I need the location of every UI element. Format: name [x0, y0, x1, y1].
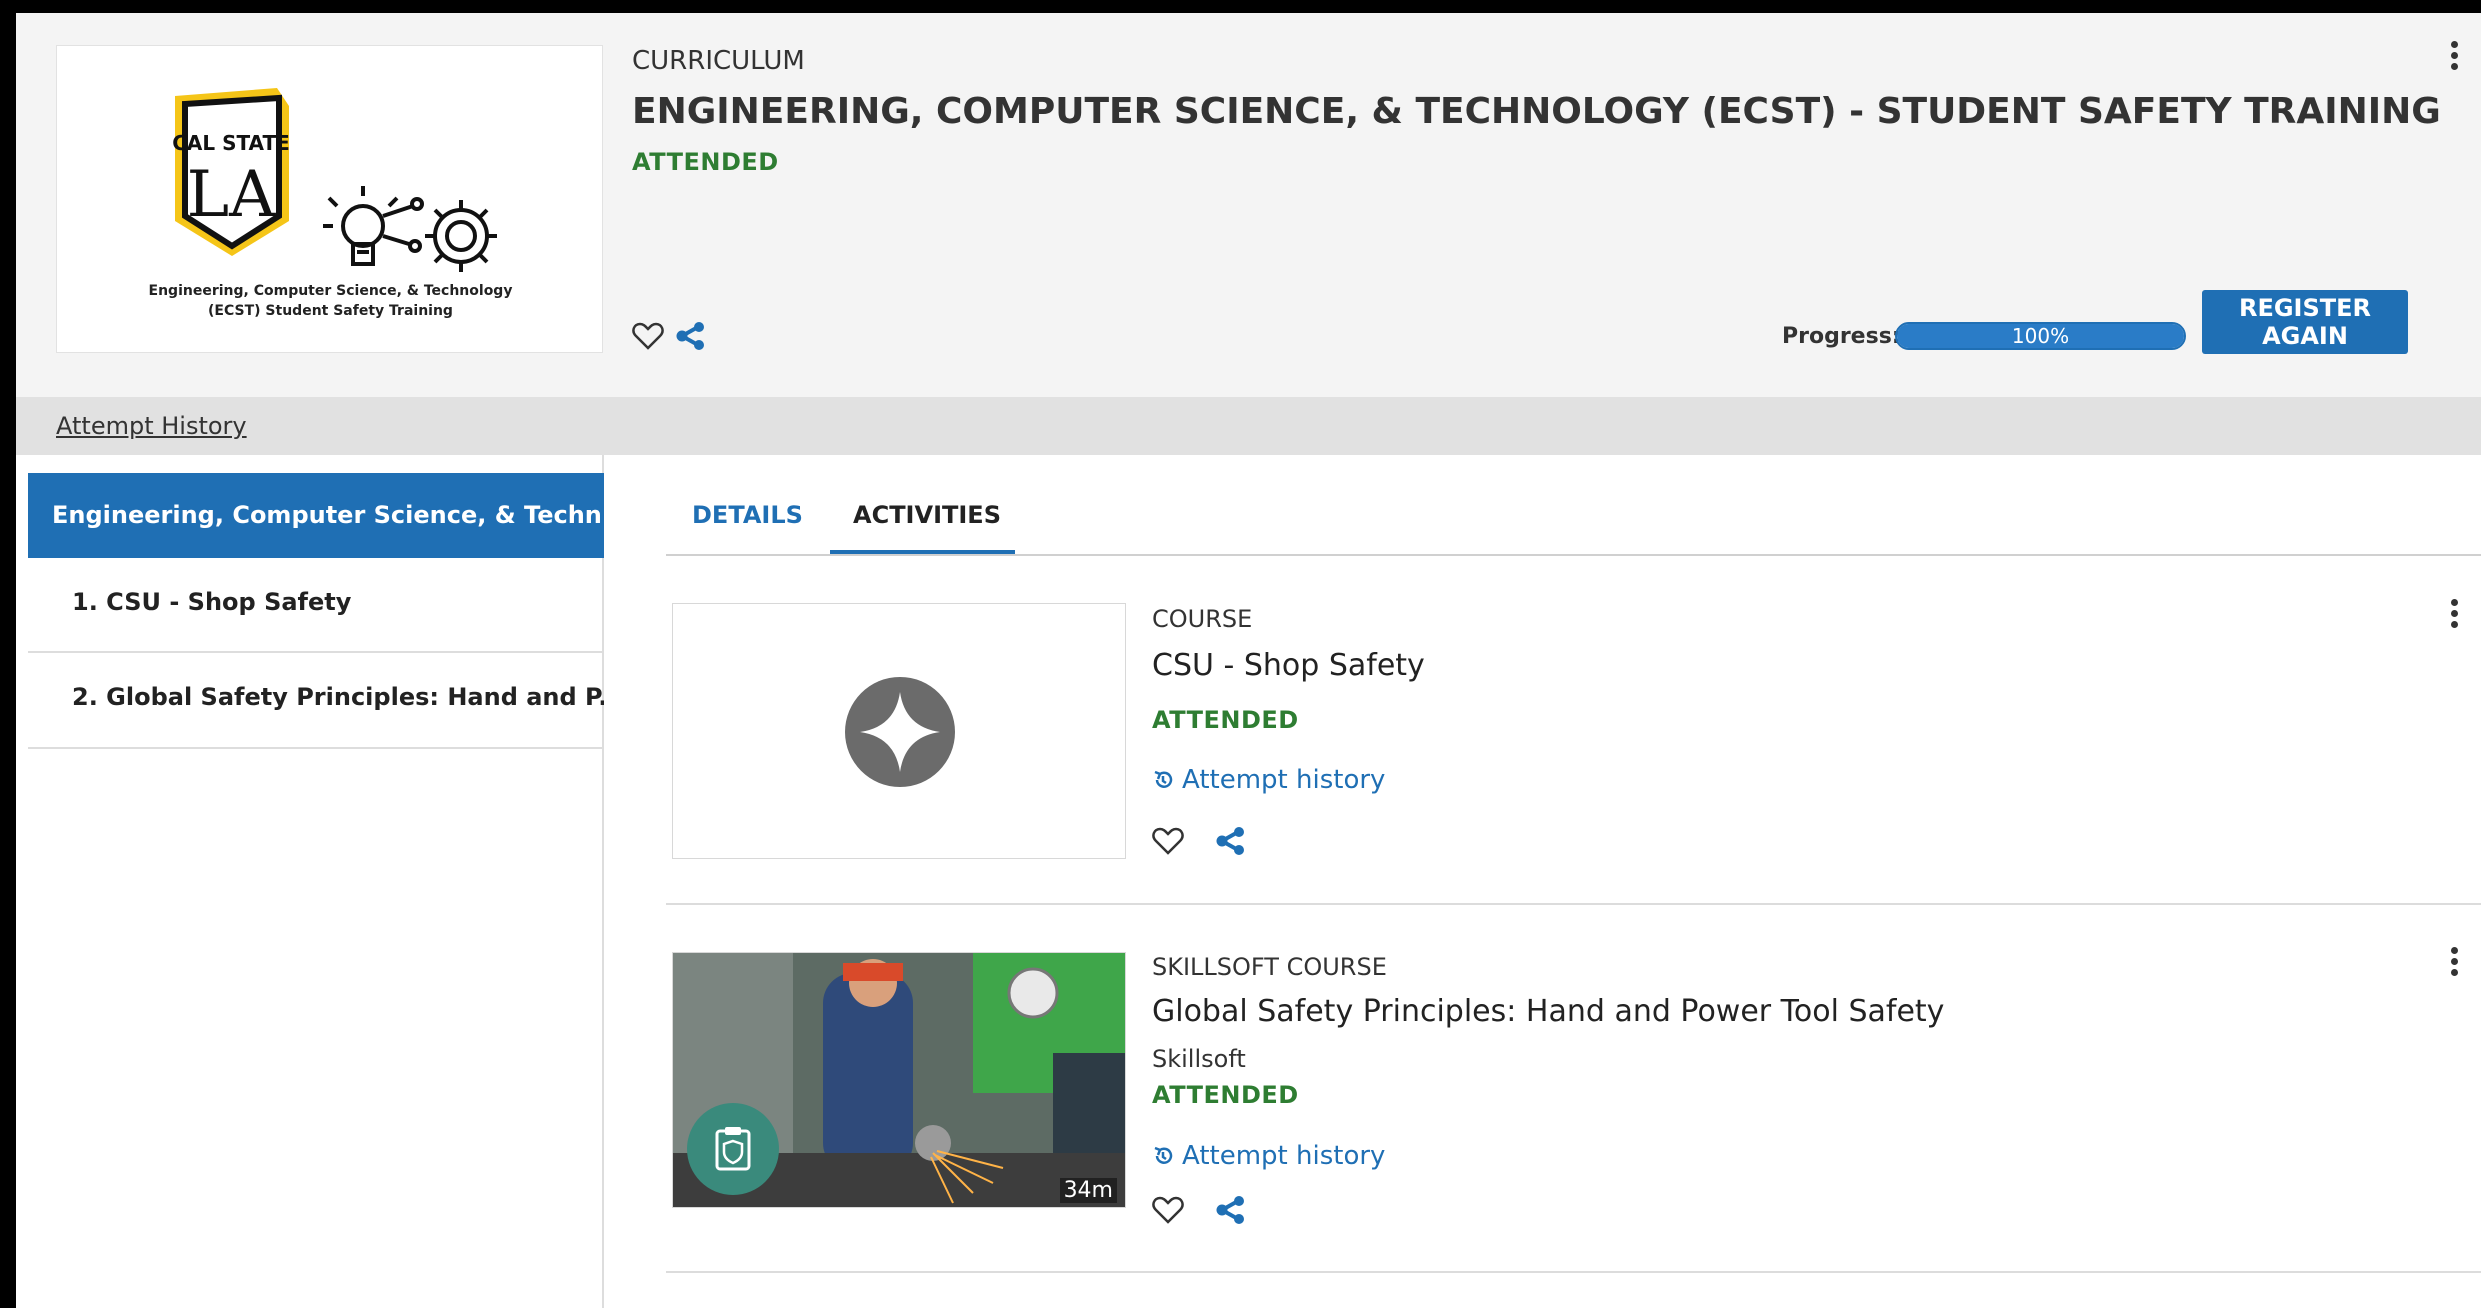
heart-outline-icon[interactable] — [632, 322, 664, 350]
activity-status-badge: ATTENDED — [1152, 1081, 1299, 1109]
activity-status-badge: ATTENDED — [1152, 706, 1299, 734]
tabs-divider — [666, 554, 2481, 556]
sidebar-item-curriculum[interactable]: Engineering, Computer Science, & Techn..… — [28, 473, 604, 558]
logo-caption-line1: Engineering, Computer Science, & Technol… — [148, 283, 513, 299]
activity-attempt-history-link[interactable]: Attempt history — [1152, 765, 1385, 795]
activity-type-label: SKILLSOFT COURSE — [1152, 953, 1387, 981]
activity-thumbnail-skillsoft[interactable]: 34m — [672, 952, 1126, 1208]
history-icon — [1154, 1146, 1173, 1164]
progress-label: Progress: — [1782, 324, 1901, 349]
attempt-history-link[interactable]: Attempt History — [56, 412, 247, 440]
sidebar-item-label: 2. Global Safety Principles: Hand and P.… — [72, 683, 604, 711]
curriculum-status-badge: ATTENDED — [632, 148, 779, 176]
logo-brand-top: CAL STATE — [172, 131, 290, 155]
tab-details[interactable]: DETAILS — [692, 501, 803, 529]
activity-attempt-history-label: Attempt history — [1182, 765, 1386, 795]
share-icon[interactable] — [676, 322, 706, 350]
activity-thumbnail-course[interactable] — [672, 603, 1126, 859]
activity-more-menu-icon[interactable] — [2449, 947, 2459, 981]
sidebar-item-shop-safety[interactable]: 1. CSU - Shop Safety — [28, 558, 604, 653]
history-icon — [1154, 770, 1173, 788]
heart-outline-icon[interactable] — [1152, 827, 1184, 855]
page-title: ENGINEERING, COMPUTER SCIENCE, & TECHNOL… — [632, 91, 2441, 132]
attempt-history-bar: Attempt History — [16, 397, 2481, 455]
app-frame: CAL STATE LA Engineering, Computer Scien… — [16, 13, 2481, 1308]
sidebar-item-label: 1. CSU - Shop Safety — [72, 588, 352, 616]
heart-outline-icon[interactable] — [1152, 1196, 1184, 1224]
logo-brand-mark: LA — [187, 158, 277, 232]
activity-provider: Skillsoft — [1152, 1045, 1246, 1073]
tab-activities[interactable]: ACTIVITIES — [853, 501, 1001, 529]
activity-more-menu-icon[interactable] — [2449, 599, 2459, 633]
activity-attempt-history-label: Attempt history — [1182, 1141, 1386, 1171]
share-icon[interactable] — [1216, 1196, 1246, 1224]
activity-title[interactable]: CSU - Shop Safety — [1152, 648, 1425, 683]
sidebar-item-global-safety[interactable]: 2. Global Safety Principles: Hand and P.… — [28, 653, 604, 749]
curriculum-type-label: CURRICULUM — [632, 46, 805, 76]
activity-divider — [666, 903, 2481, 905]
progress-text: 100% — [2011, 324, 2070, 348]
duration-badge: 34m — [1059, 1178, 1117, 1203]
activity-attempt-history-link[interactable]: Attempt history — [1152, 1141, 1385, 1171]
sparkle-icon — [845, 677, 955, 787]
share-icon[interactable] — [1216, 827, 1246, 855]
curriculum-logo: CAL STATE LA Engineering, Computer Scien… — [56, 45, 603, 353]
curriculum-more-menu-icon[interactable] — [2449, 41, 2459, 75]
curriculum-header: CAL STATE LA Engineering, Computer Scien… — [16, 13, 2481, 397]
register-again-button[interactable]: REGISTER AGAIN — [2202, 290, 2408, 354]
logo-caption-line2: (ECST) Student Safety Training — [208, 303, 453, 319]
activity-title[interactable]: Global Safety Principles: Hand and Power… — [1152, 994, 1944, 1029]
curriculum-outline-sidebar: Engineering, Computer Science, & Techn..… — [16, 455, 604, 1308]
sidebar-item-label: Engineering, Computer Science, & Techn..… — [52, 501, 604, 529]
activity-type-label: COURSE — [1152, 605, 1253, 633]
activity-divider — [666, 1271, 2481, 1273]
clipboard-shield-icon — [687, 1103, 779, 1195]
progress-bar: 100% — [1895, 322, 2186, 350]
